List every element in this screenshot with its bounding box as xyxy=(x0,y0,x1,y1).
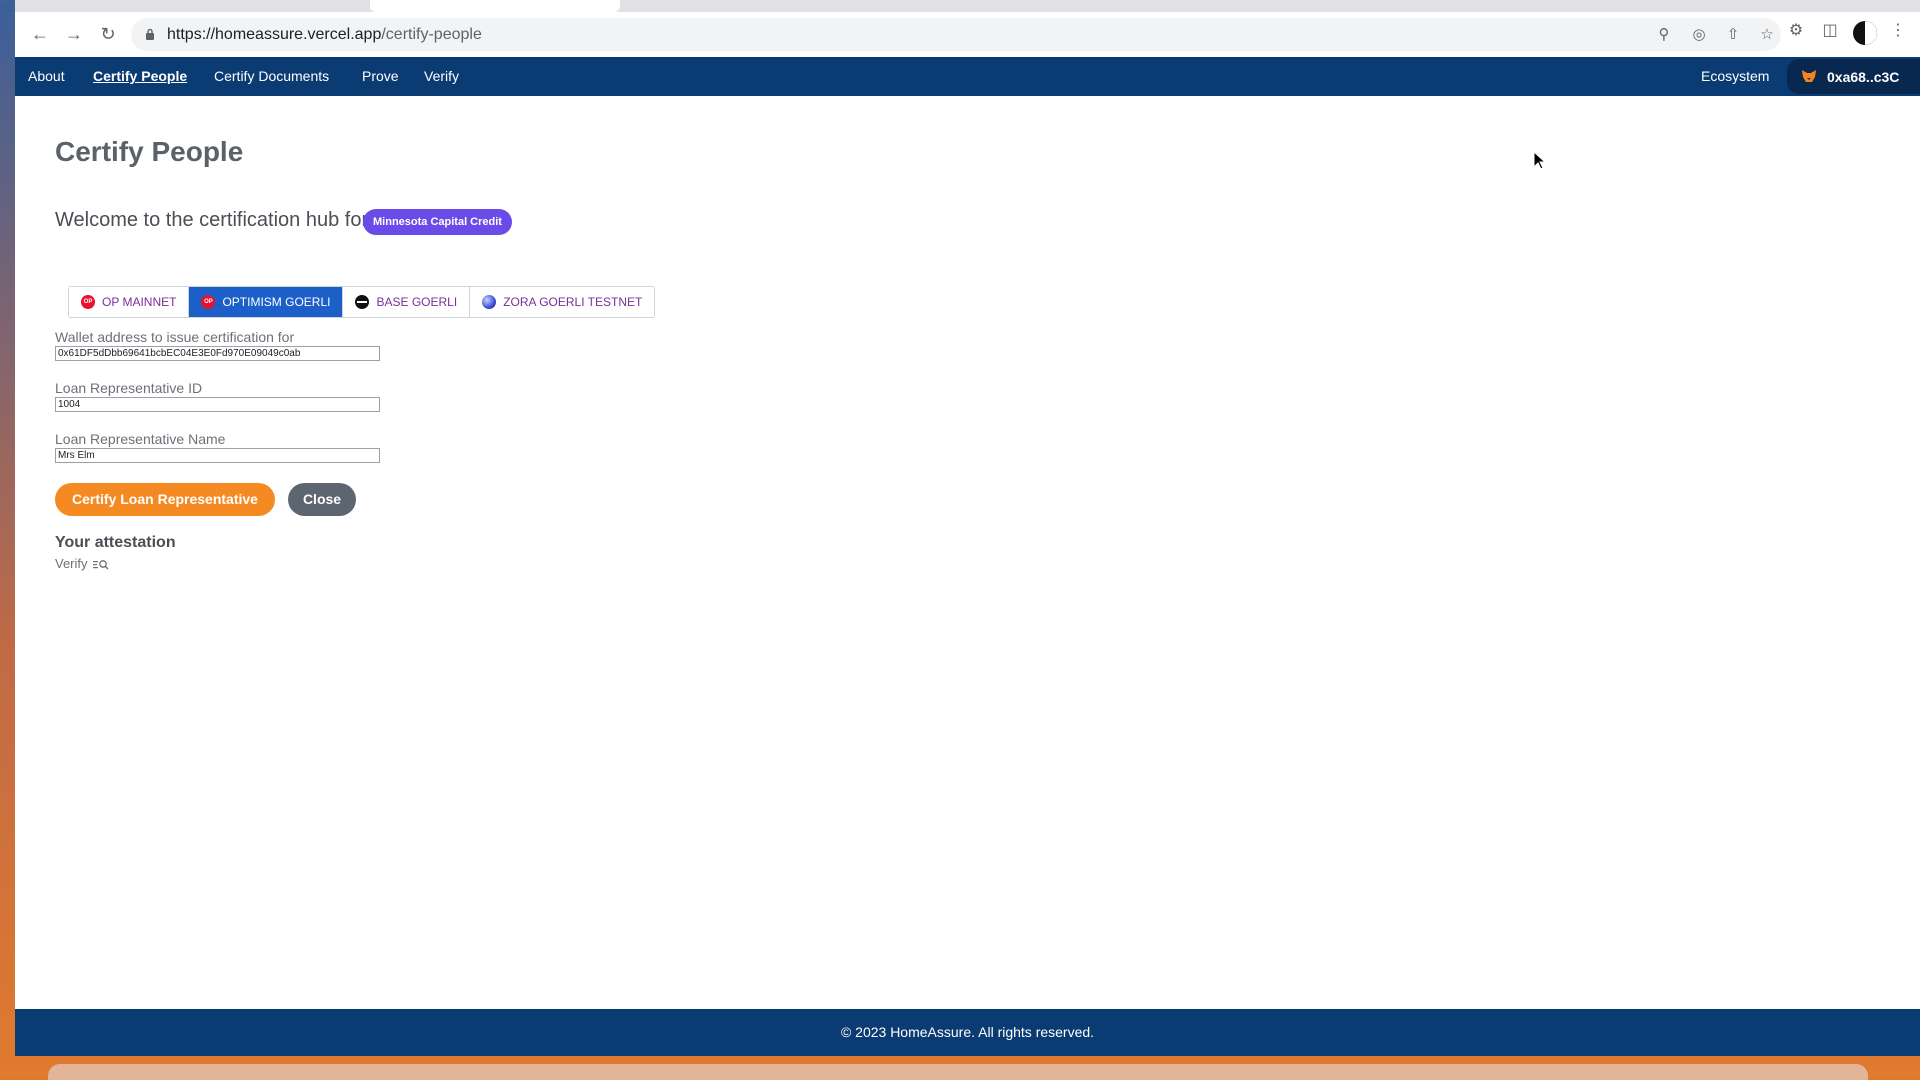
verify-link-label: Verify xyxy=(55,556,88,571)
nav-about[interactable]: About xyxy=(28,68,65,84)
nav-certify-people[interactable]: Certify People xyxy=(93,68,187,84)
macos-dock xyxy=(48,1064,1868,1080)
op-icon: OP xyxy=(201,295,216,309)
share-icon[interactable]: ⇧ xyxy=(1723,25,1743,45)
tab-label: BASE GOERLI xyxy=(376,295,458,309)
nav-verify[interactable]: Verify xyxy=(424,68,459,84)
zora-icon xyxy=(482,295,497,309)
mouse-cursor-icon xyxy=(1533,151,1547,170)
tab-label: ZORA GOERLI TESTNET xyxy=(503,295,643,309)
network-tabs: OP OP MAINNET OP OPTIMISM GOERLI BASE GO… xyxy=(68,286,656,318)
wallet-address-label: Wallet address to issue certification fo… xyxy=(55,329,295,345)
address-bar[interactable]: https://homeassure.vercel.app/certify-pe… xyxy=(131,18,1781,51)
metamask-fox-icon xyxy=(1802,70,1816,82)
extensions-icon[interactable]: ⚙ xyxy=(1785,20,1807,42)
search-list-icon xyxy=(93,559,109,570)
loan-rep-id-label: Loan Representative ID xyxy=(55,380,203,396)
bookmark-star-icon[interactable]: ☆ xyxy=(1757,25,1777,45)
verify-link[interactable]: Verify xyxy=(55,556,109,571)
active-tab[interactable] xyxy=(370,0,620,12)
close-button[interactable]: Close xyxy=(288,483,356,516)
browser-window: ← → ↻ https://homeassure.vercel.app/cert… xyxy=(15,0,1920,1056)
tab-op-mainnet[interactable]: OP OP MAINNET xyxy=(69,287,190,317)
wallet-address-input[interactable] xyxy=(55,346,380,361)
side-panel-icon[interactable]: ◫ xyxy=(1819,20,1841,42)
base-icon xyxy=(355,295,370,309)
zoom-icon[interactable]: ⚲ xyxy=(1654,25,1674,45)
eye-off-icon[interactable]: ◎ xyxy=(1689,25,1709,45)
nav-ecosystem[interactable]: Ecosystem xyxy=(1701,68,1769,84)
profile-avatar[interactable] xyxy=(1853,21,1877,45)
browser-toolbar: ← → ↻ https://homeassure.vercel.app/cert… xyxy=(15,12,1920,58)
wallet-address: 0xa68..c3C xyxy=(1827,69,1900,85)
wallet-button[interactable]: 0xa68..c3C xyxy=(1787,59,1920,94)
tab-zora-goerli-testnet[interactable]: ZORA GOERLI TESTNET xyxy=(470,287,655,317)
page-title: Certify People xyxy=(55,136,244,167)
attestation-heading: Your attestation xyxy=(55,534,176,551)
url-path: /certify-people xyxy=(381,26,482,43)
lock-icon xyxy=(146,28,154,40)
loan-rep-name-label: Loan Representative Name xyxy=(55,431,226,447)
forward-icon[interactable]: → xyxy=(61,21,87,47)
loan-rep-id-input[interactable] xyxy=(55,397,380,412)
nav-certify-documents[interactable]: Certify Documents xyxy=(214,68,329,84)
tab-label: OPTIMISM GOERLI xyxy=(222,295,331,309)
org-badge: Minnesota Capital Credit xyxy=(363,209,512,235)
tab-base-goerli[interactable]: BASE GOERLI xyxy=(343,287,471,317)
tab-optimism-goerli[interactable]: OP OPTIMISM GOERLI xyxy=(189,287,344,317)
menu-kebab-icon[interactable]: ⋮ xyxy=(1887,20,1909,42)
welcome-text: Welcome to the certification hub for xyxy=(55,209,369,231)
app-navbar: About Certify People Certify Documents P… xyxy=(15,57,1920,96)
url-text: https://homeassure.vercel.app/certify-pe… xyxy=(167,26,482,44)
op-icon: OP xyxy=(81,295,95,309)
back-icon[interactable]: ← xyxy=(27,21,53,47)
nav-prove[interactable]: Prove xyxy=(362,68,399,84)
certify-loan-rep-button[interactable]: Certify Loan Representative xyxy=(55,483,275,516)
reload-icon[interactable]: ↻ xyxy=(95,21,121,47)
loan-rep-name-input[interactable] xyxy=(55,448,380,463)
page-footer: © 2023 HomeAssure. All rights reserved. xyxy=(15,1009,1920,1056)
url-host: https://homeassure.vercel.app xyxy=(167,26,382,43)
tab-strip xyxy=(15,0,1920,12)
tab-label: OP MAINNET xyxy=(102,295,177,309)
